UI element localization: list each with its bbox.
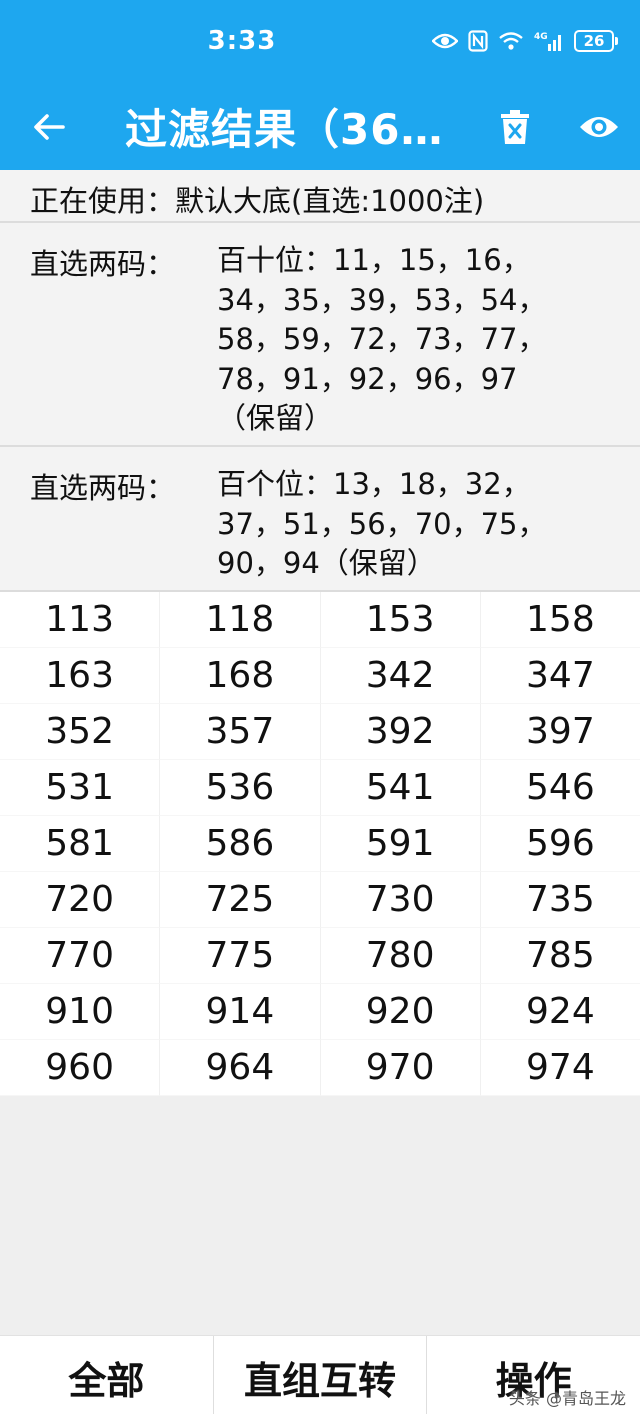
- result-cell[interactable]: 546: [480, 760, 640, 816]
- result-cell[interactable]: 735: [480, 872, 640, 928]
- all-button[interactable]: 全部: [0, 1336, 214, 1414]
- result-cell[interactable]: 970: [320, 1040, 481, 1096]
- result-cell[interactable]: 974: [480, 1040, 640, 1096]
- wifi-icon: [498, 31, 524, 51]
- result-cell[interactable]: 720: [0, 872, 161, 928]
- result-cell[interactable]: 153: [320, 592, 481, 648]
- battery-indicator: 26: [574, 30, 618, 52]
- result-cell[interactable]: 910: [0, 984, 161, 1040]
- result-cell[interactable]: 586: [160, 816, 321, 872]
- table-row: 910 914 920 924: [0, 984, 640, 1040]
- arrow-left-icon: [34, 114, 65, 140]
- result-cell[interactable]: 168: [160, 648, 321, 704]
- in-use-row: 正在使用：默认大底(直选:1000注): [0, 170, 640, 223]
- result-cell[interactable]: 780: [320, 928, 481, 984]
- table-row: 163 168 342 347: [0, 648, 640, 704]
- table-row: 581 586 591 596: [0, 816, 640, 872]
- status-bar: 3:33 4G 26: [0, 0, 640, 84]
- filter-label: 直选两码：: [30, 471, 176, 505]
- result-cell[interactable]: 352: [0, 704, 161, 760]
- result-cell[interactable]: 536: [160, 760, 321, 816]
- result-cell[interactable]: 596: [480, 816, 640, 872]
- result-cell[interactable]: 541: [320, 760, 481, 816]
- result-cell[interactable]: 725: [160, 872, 321, 928]
- table-row: 352 357 392 397: [0, 704, 640, 760]
- filter-line: 78，91，92，96，97: [217, 361, 518, 396]
- result-cell[interactable]: 775: [160, 928, 321, 984]
- result-cell[interactable]: 581: [0, 816, 161, 872]
- filter-line: （保留）: [217, 401, 334, 435]
- filter-line: 34，35，39，53，54，: [217, 282, 547, 317]
- result-cell[interactable]: 342: [320, 648, 481, 704]
- view-button[interactable]: [574, 102, 624, 152]
- eye-icon: [580, 117, 618, 137]
- result-cell[interactable]: 392: [320, 704, 481, 760]
- 4g-signal-icon: 4G: [534, 30, 564, 52]
- direct-group-convert-button[interactable]: 直组互转: [214, 1336, 428, 1414]
- result-cell[interactable]: 163: [0, 648, 161, 704]
- result-cell[interactable]: 770: [0, 928, 161, 984]
- result-cell[interactable]: 920: [320, 984, 481, 1040]
- status-icons: 4G 26: [432, 30, 618, 52]
- result-cell[interactable]: 347: [480, 648, 640, 704]
- table-row: 531 536 541 546: [0, 760, 640, 816]
- result-cell[interactable]: 924: [480, 984, 640, 1040]
- delete-button[interactable]: [492, 102, 538, 152]
- filter-values: 百个位：13，18，32， 37，51，56，70，75， 90，94（保留）: [217, 465, 547, 584]
- table-row: 770 775 780 785: [0, 928, 640, 984]
- result-cell[interactable]: 964: [160, 1040, 321, 1096]
- result-cell[interactable]: 357: [160, 704, 321, 760]
- result-cell[interactable]: 591: [320, 816, 481, 872]
- result-cell[interactable]: 914: [160, 984, 321, 1040]
- result-cell[interactable]: 730: [320, 872, 481, 928]
- filter-line: 百十位：11，15，16，: [217, 243, 531, 277]
- filter-label: 直选两码：: [30, 247, 176, 281]
- app-bar: 过滤结果（36…: [0, 84, 640, 170]
- result-cell[interactable]: 397: [480, 704, 640, 760]
- filter-values: 百十位：11，15，16， 34，35，39，53，54， 58，59，72，7…: [217, 241, 547, 439]
- network-label: 4G: [534, 32, 548, 42]
- back-button[interactable]: [26, 104, 72, 150]
- in-use-text: 正在使用：默认大底(直选:1000注): [30, 184, 485, 218]
- results-grid: 113 118 153 158 163 168 342 347 352 357 …: [0, 592, 640, 1096]
- table-row: 113 118 153 158: [0, 592, 640, 648]
- nfc-icon: [468, 30, 488, 52]
- watermark: 头条 @青岛王龙: [508, 1389, 626, 1408]
- filter-line: 58，59，72，73，77，: [217, 322, 547, 356]
- filter-row: 直选两码： 百十位：11，15，16， 34，35，39，53，54， 58，5…: [0, 223, 640, 447]
- result-cell[interactable]: 785: [480, 928, 640, 984]
- status-time: 3:33: [207, 26, 277, 56]
- result-cell[interactable]: 118: [160, 592, 321, 648]
- eye-icon: [432, 32, 458, 50]
- table-row: 720 725 730 735: [0, 872, 640, 928]
- result-cell[interactable]: 531: [0, 760, 161, 816]
- table-row: 960 964 970 974: [0, 1040, 640, 1096]
- filter-line: 90，94（保留）: [217, 546, 436, 580]
- result-cell[interactable]: 158: [480, 592, 640, 648]
- filter-line: 百个位：13，18，32，: [217, 467, 531, 501]
- result-cell[interactable]: 113: [0, 592, 161, 648]
- trash-icon: [501, 110, 529, 144]
- filter-line: 37，51，56，70，75，: [217, 506, 547, 541]
- result-cell[interactable]: 960: [0, 1040, 161, 1096]
- filter-row: 直选两码： 百个位：13，18，32， 37，51，56，70，75， 90，9…: [0, 447, 640, 592]
- page-title: 过滤结果（36…: [125, 105, 444, 154]
